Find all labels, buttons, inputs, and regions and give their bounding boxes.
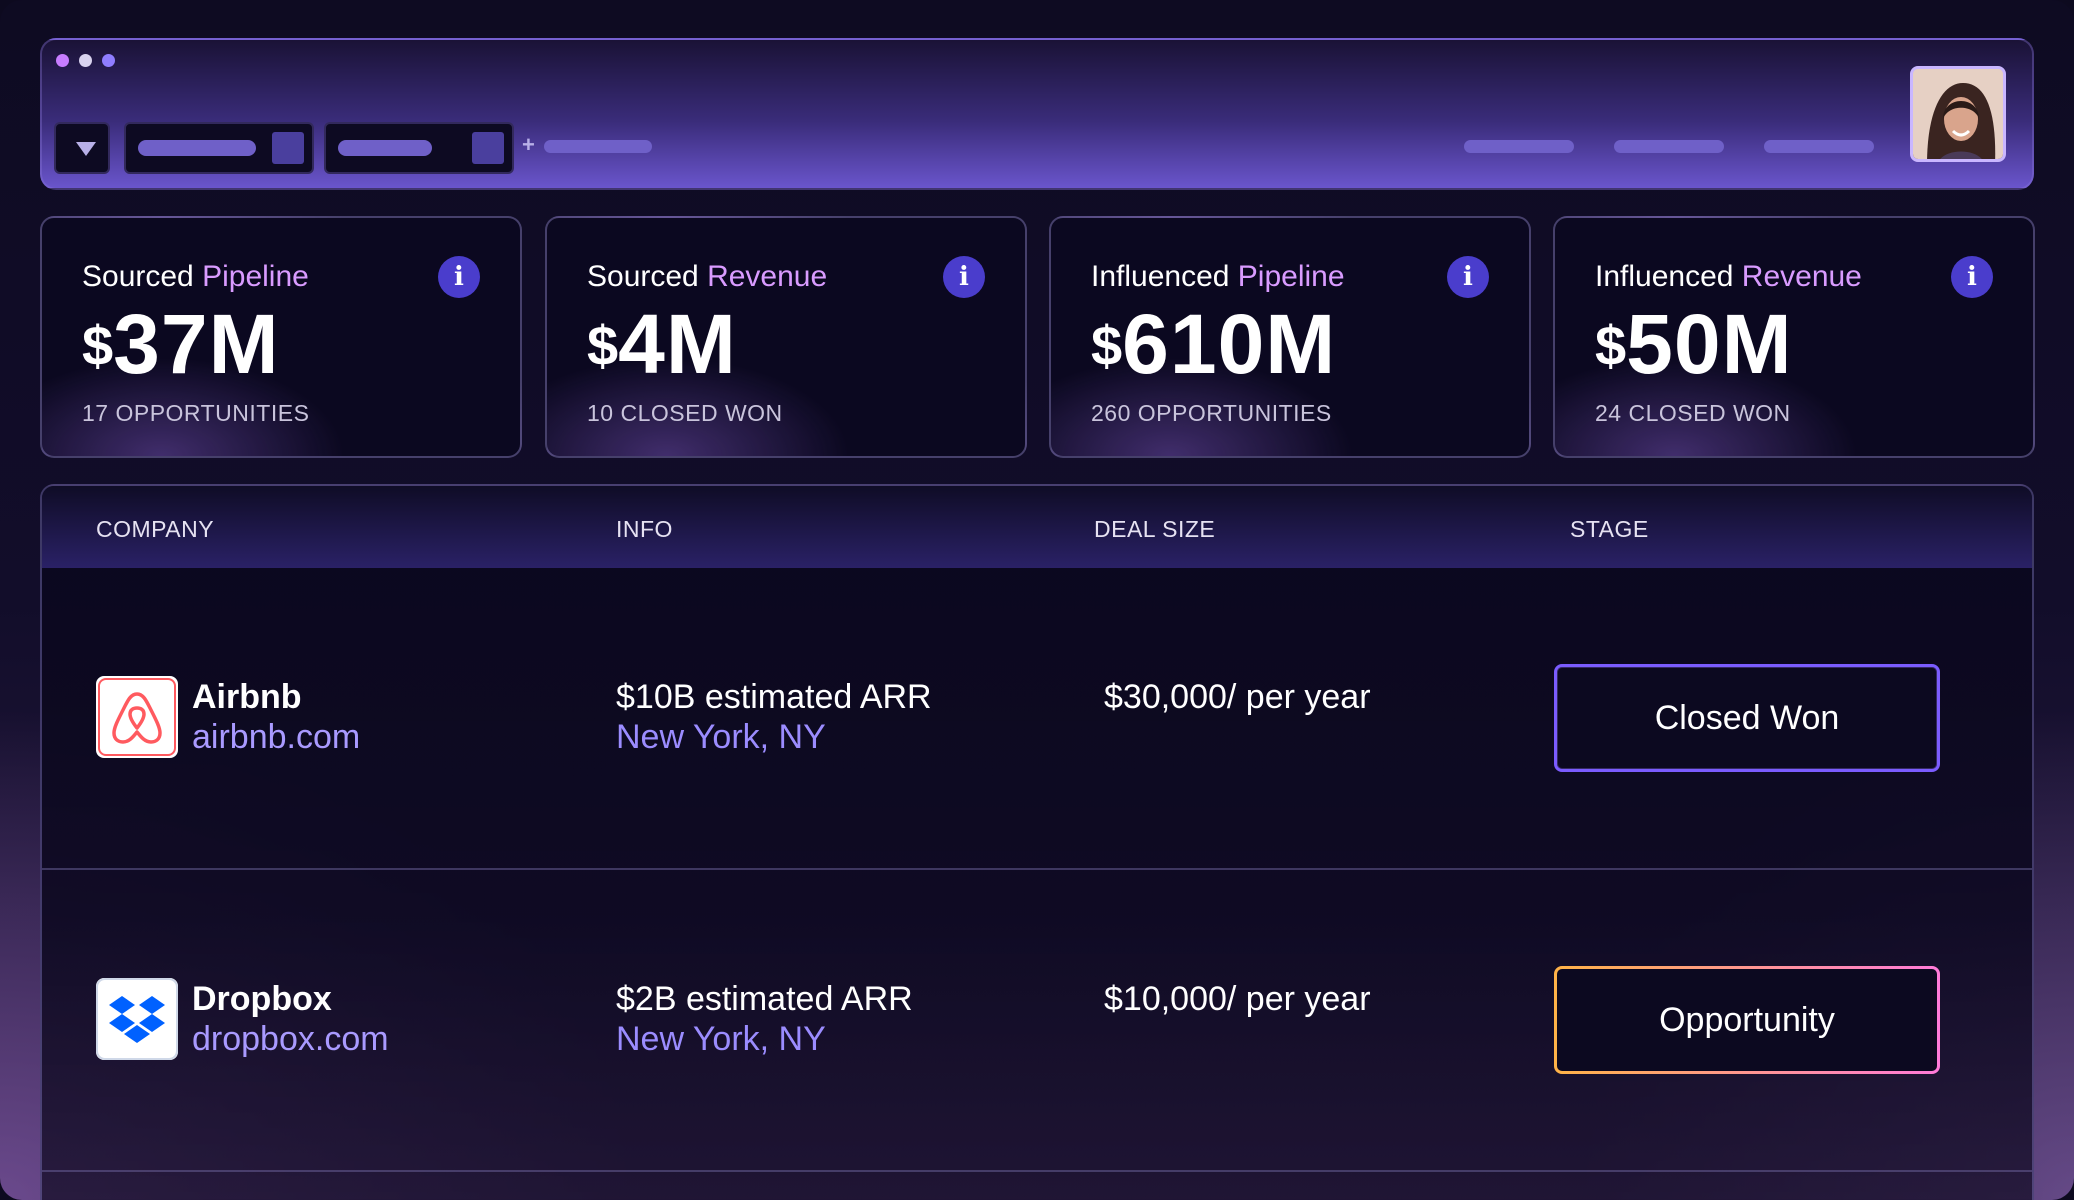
- deals-table: COMPANY INFO DEAL SIZE STAGE Airbnb airb…: [40, 484, 2034, 1200]
- dropbox-logo-mark: [96, 978, 178, 1060]
- avatar-portrait: [1913, 69, 2003, 159]
- stage-badge-closed-won[interactable]: Closed Won: [1554, 664, 1940, 772]
- stat-subtitle: 10 CLOSED WON: [587, 400, 783, 426]
- stat-card-influenced-revenue: Influenced Revenue i $50M 24 CLOSED WON: [1553, 216, 2035, 458]
- company-location: New York, NY: [616, 1020, 826, 1058]
- stat-subtitle: 24 CLOSED WON: [1595, 400, 1791, 426]
- stat-card-sourced-pipeline: Sourced Pipeline i $37M 17 OPPORTUNITIES: [40, 216, 522, 458]
- stat-title: Sourced Pipeline: [82, 260, 309, 294]
- plus-icon[interactable]: +: [522, 132, 535, 158]
- window-dot-2[interactable]: [79, 54, 92, 67]
- company-name[interactable]: Dropbox: [192, 980, 332, 1019]
- company-location: New York, NY: [616, 718, 826, 756]
- filter-tab-2-label-placeholder: [338, 140, 432, 156]
- stat-currency: $: [587, 314, 619, 377]
- column-header-company[interactable]: COMPANY: [96, 516, 214, 543]
- stat-value: $610M: [1091, 296, 1336, 393]
- dropbox-logo: [96, 978, 178, 1060]
- table-header: COMPANY INFO DEAL SIZE STAGE: [42, 486, 2032, 568]
- window-dot-3[interactable]: [102, 54, 115, 67]
- caret-down-icon: [76, 142, 96, 156]
- dropdown-button[interactable]: [54, 122, 110, 174]
- stat-number: 4M: [618, 297, 737, 391]
- stat-value: $37M: [82, 296, 280, 393]
- filter-tab-2-toggle[interactable]: [472, 132, 504, 164]
- top-bar: +: [40, 38, 2034, 190]
- info-icon[interactable]: i: [943, 256, 985, 298]
- table-row[interactable]: Airbnb airbnb.com $10B estimated ARR New…: [42, 568, 2032, 870]
- stat-title: Influenced Revenue: [1595, 260, 1862, 294]
- column-header-info[interactable]: INFO: [616, 516, 673, 543]
- stat-number: 610M: [1122, 297, 1337, 391]
- stat-title-accent: Pipeline: [202, 260, 309, 293]
- avatar[interactable]: [1910, 66, 2006, 162]
- stat-card-influenced-pipeline: Influenced Pipeline i $610M 260 OPPORTUN…: [1049, 216, 1531, 458]
- stat-subtitle: 17 OPPORTUNITIES: [82, 400, 310, 426]
- stat-title-main: Influenced: [1091, 260, 1238, 293]
- window-dot-1[interactable]: [56, 54, 69, 67]
- nav-link-placeholder-2[interactable]: [1614, 140, 1724, 153]
- nav-link-placeholder-3[interactable]: [1764, 140, 1874, 153]
- filter-tab-2[interactable]: [324, 122, 514, 174]
- stat-title: Sourced Revenue: [587, 260, 827, 294]
- nav-link-placeholder-1[interactable]: [1464, 140, 1574, 153]
- info-icon[interactable]: i: [438, 256, 480, 298]
- stat-subtitle: 260 OPPORTUNITIES: [1091, 400, 1332, 426]
- estimated-arr: $10B estimated ARR: [616, 678, 932, 716]
- airbnb-logo-mark: [98, 678, 176, 756]
- filter-tab-1[interactable]: [124, 122, 314, 174]
- stat-currency: $: [1091, 314, 1123, 377]
- deal-size: $30,000/ per year: [1104, 678, 1371, 716]
- stat-title-accent: Pipeline: [1237, 260, 1345, 293]
- stat-title-main: Sourced: [82, 260, 203, 293]
- stat-card-sourced-revenue: Sourced Revenue i $4M 10 CLOSED WON: [545, 216, 1027, 458]
- stat-title-main: Sourced: [587, 260, 708, 293]
- filter-tab-1-toggle[interactable]: [272, 132, 304, 164]
- stat-value: $50M: [1595, 296, 1793, 393]
- stage-badge-opportunity[interactable]: Opportunity: [1554, 966, 1940, 1074]
- app-window: + Sourced Pipeline i $37M 17 OPPORTUNITI…: [0, 0, 2074, 1200]
- stat-number: 37M: [113, 297, 280, 391]
- column-header-deal-size[interactable]: DEAL SIZE: [1094, 516, 1215, 543]
- company-name[interactable]: Airbnb: [192, 678, 302, 717]
- info-icon[interactable]: i: [1447, 256, 1489, 298]
- window-controls: [56, 54, 115, 67]
- company-domain-link[interactable]: dropbox.com: [192, 1020, 389, 1059]
- stat-title-accent: Revenue: [707, 260, 828, 293]
- stat-currency: $: [1595, 314, 1627, 377]
- column-header-stage[interactable]: STAGE: [1570, 516, 1649, 543]
- add-filter-placeholder[interactable]: [544, 140, 652, 153]
- stat-number: 50M: [1626, 297, 1793, 391]
- stat-title: Influenced Pipeline: [1091, 260, 1345, 294]
- filter-tab-1-label-placeholder: [138, 140, 256, 156]
- company-domain-link[interactable]: airbnb.com: [192, 718, 360, 757]
- table-row[interactable]: Dropbox dropbox.com $2B estimated ARR Ne…: [42, 870, 2032, 1172]
- airbnb-logo: [96, 676, 178, 758]
- deal-size: $10,000/ per year: [1104, 980, 1371, 1018]
- estimated-arr: $2B estimated ARR: [616, 980, 913, 1018]
- stat-value: $4M: [587, 296, 737, 393]
- stat-title-main: Influenced: [1595, 260, 1742, 293]
- info-icon[interactable]: i: [1951, 256, 1993, 298]
- stat-currency: $: [82, 314, 114, 377]
- stat-title-accent: Revenue: [1741, 260, 1862, 293]
